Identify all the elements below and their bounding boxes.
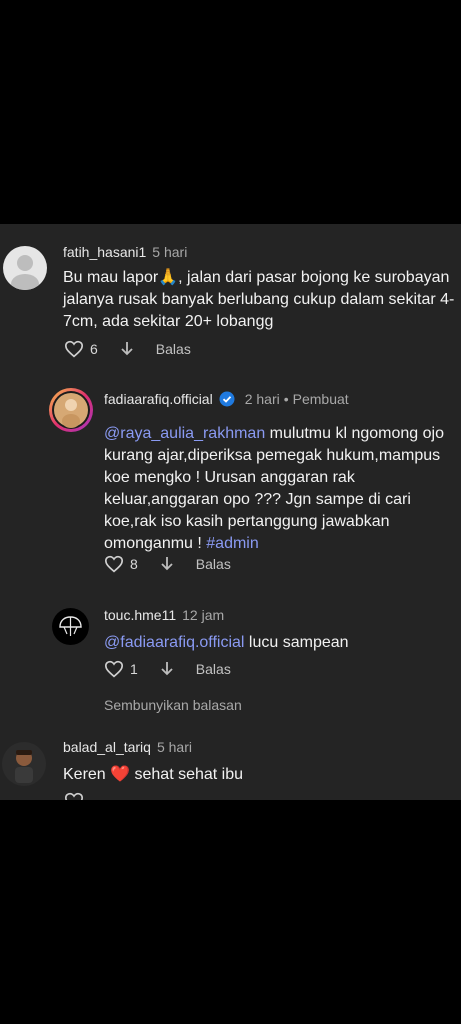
pray-emoji-icon: 🙏 bbox=[158, 269, 179, 286]
timestamp: 12 jam bbox=[182, 607, 225, 623]
avatar[interactable] bbox=[49, 388, 93, 432]
download-arrow-icon[interactable] bbox=[160, 556, 174, 572]
comment-text: Bu mau lapor🙏, jalan dari pasar bojong k… bbox=[63, 267, 458, 333]
comment-actions: 8 Balas bbox=[104, 555, 231, 573]
comment-header: fadiaarafiq.official 2 hari • Pembuat bbox=[104, 391, 349, 407]
like-count: 8 bbox=[130, 556, 138, 572]
heart-outline-icon[interactable] bbox=[64, 792, 84, 800]
heart-outline-icon[interactable] bbox=[104, 660, 124, 678]
username[interactable]: fadiaarafiq.official bbox=[104, 391, 213, 407]
verified-badge-icon bbox=[219, 391, 235, 407]
username[interactable]: touc.hme11 bbox=[104, 607, 176, 623]
username[interactable]: fatih_hasani1 bbox=[63, 244, 146, 260]
comment-header: touc.hme11 12 jam bbox=[104, 607, 224, 623]
timestamp: 5 hari bbox=[156, 739, 192, 755]
creator-badge: Pembuat bbox=[292, 391, 349, 407]
heart-outline-icon[interactable] bbox=[104, 555, 124, 573]
comment-text-part: Bu mau lapor bbox=[63, 269, 159, 286]
reply-button[interactable]: Balas bbox=[196, 556, 231, 572]
mention-link[interactable]: @fadiaarafiq.official bbox=[104, 634, 244, 651]
cartoon-avatar-icon bbox=[15, 750, 33, 783]
download-arrow-icon[interactable] bbox=[160, 661, 174, 677]
separator: • bbox=[283, 391, 289, 407]
avatar[interactable] bbox=[3, 246, 47, 290]
mention-link[interactable]: @raya_aulia_rakhman bbox=[104, 425, 265, 442]
comment-actions bbox=[64, 792, 84, 800]
comments-panel: fatih_hasani1 5 hari Bu mau lapor🙏, jalan… bbox=[0, 224, 461, 800]
comment-actions: 6 Balas bbox=[64, 340, 191, 358]
reply-button[interactable]: Balas bbox=[156, 341, 191, 357]
hashtag-link[interactable]: #admin bbox=[206, 535, 258, 552]
heart-outline-icon[interactable] bbox=[64, 340, 84, 358]
comment-header: fatih_hasani1 5 hari bbox=[63, 244, 187, 260]
username[interactable]: balad_al_tariq bbox=[63, 739, 151, 755]
umbrella-logo-icon bbox=[59, 616, 82, 636]
comment-header: balad_al_tariq 5 hari bbox=[63, 739, 192, 755]
comment-actions: 1 Balas bbox=[104, 660, 231, 678]
like-count: 6 bbox=[90, 341, 98, 357]
download-arrow-icon[interactable] bbox=[120, 341, 134, 357]
comment-text-part: Keren bbox=[63, 766, 111, 783]
default-avatar-icon bbox=[11, 255, 39, 290]
avatar[interactable] bbox=[2, 742, 46, 786]
profile-photo-icon bbox=[52, 391, 90, 429]
like-count: 1 bbox=[130, 661, 138, 677]
comment-text-part: sehat sehat ibu bbox=[130, 766, 244, 783]
timestamp: 5 hari bbox=[152, 244, 188, 260]
comment-text-part: mulutmu kl ngomong ojo kurang ajar,diper… bbox=[104, 425, 444, 552]
timestamp: 2 hari bbox=[244, 391, 280, 407]
comment-text: @fadiaarafiq.official lucu sampean bbox=[104, 632, 454, 654]
heart-emoji-icon: ❤️ bbox=[110, 766, 131, 783]
comment-text-part: lucu sampean bbox=[244, 634, 349, 651]
comment-text: Keren ❤️ sehat sehat ibu bbox=[63, 764, 453, 786]
comment-text: @raya_aulia_rakhman mulutmu kl ngomong o… bbox=[104, 423, 454, 555]
reply-button[interactable]: Balas bbox=[196, 661, 231, 677]
avatar[interactable] bbox=[52, 608, 89, 645]
hide-replies-button[interactable]: Sembunyikan balasan bbox=[104, 697, 242, 713]
